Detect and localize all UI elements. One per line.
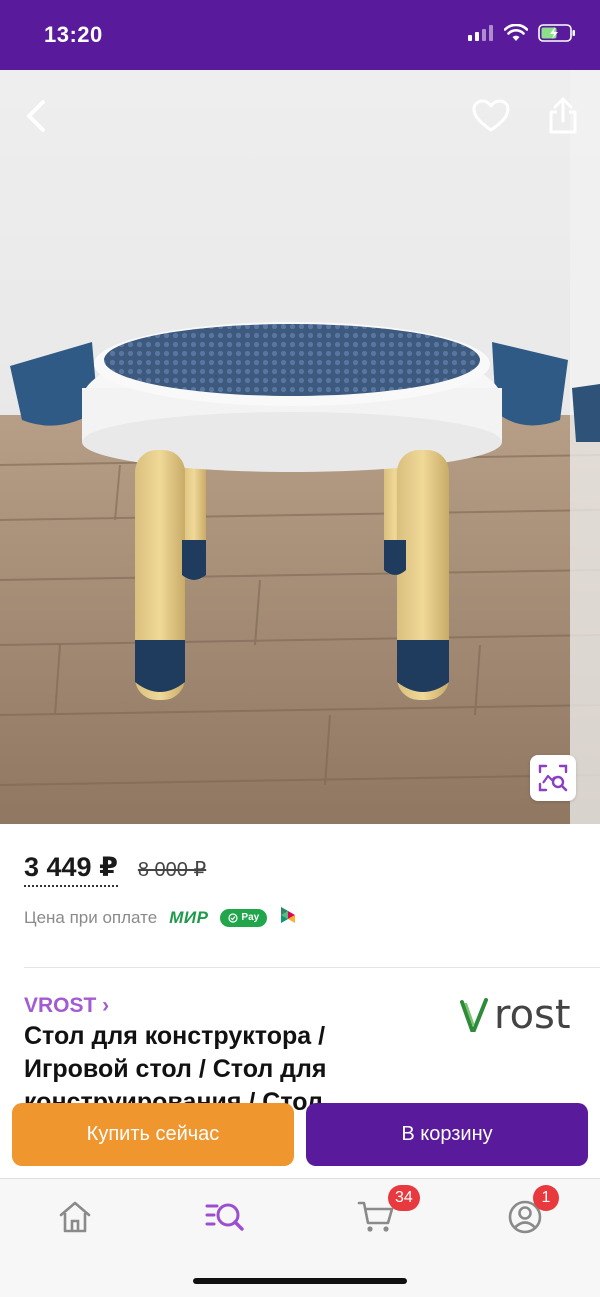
catalog-search-icon (205, 1203, 244, 1231)
buy-now-button[interactable]: Купить сейчас (12, 1103, 294, 1166)
product-photo (0, 70, 600, 824)
purchase-actions: Купить сейчас В корзину (0, 1100, 600, 1168)
image-search-icon (538, 764, 568, 792)
old-price: 8 000 ₽ (137, 859, 207, 881)
current-price[interactable]: 3 449 ₽ (24, 852, 118, 887)
share-button[interactable] (541, 94, 585, 138)
home-icon (59, 1201, 91, 1233)
visual-search-button[interactable] (530, 755, 576, 801)
brand-logo-text: rost (494, 992, 571, 1038)
battery-icon (538, 24, 576, 47)
status-time: 13:20 (44, 22, 103, 47)
product-image-gallery[interactable] (0, 70, 600, 824)
payment-methods-row: Цена при оплате МИР Pay (24, 905, 584, 930)
brand-link[interactable]: VROST › (24, 994, 109, 1018)
tab-home[interactable] (45, 1193, 105, 1241)
product-screen: 13:20 3 449 ₽ 8 000 ₽ Цена при оплате МИ… (0, 0, 600, 1297)
payment-label: Цена при оплате (24, 907, 158, 927)
price-row: 3 449 ₽ 8 000 ₽ (24, 852, 584, 887)
cart-count-badge: 34 (388, 1185, 420, 1211)
tab-catalog[interactable] (195, 1193, 255, 1241)
sbp-icon (279, 905, 297, 930)
home-indicator (193, 1278, 407, 1284)
favorite-button[interactable] (469, 94, 513, 138)
status-bar: 13:20 (0, 0, 600, 70)
brand-logo-v-icon (460, 998, 488, 1032)
heart-icon (472, 99, 510, 132)
spay-badge: Pay (220, 908, 268, 927)
back-button[interactable] (14, 94, 58, 138)
tab-profile[interactable]: 1 (495, 1185, 559, 1241)
mir-logo: МИР (169, 907, 209, 927)
spay-label: Pay (241, 912, 260, 923)
profile-notification-badge: 1 (533, 1185, 559, 1211)
signal-icon (468, 25, 494, 46)
price-block: 3 449 ₽ 8 000 ₽ Цена при оплате МИР Pay (24, 852, 584, 930)
chevron-left-icon (27, 100, 45, 132)
status-icons (468, 23, 576, 47)
brand-logo[interactable]: rost (460, 990, 580, 1040)
spay-check-icon (228, 912, 239, 923)
section-divider (24, 967, 600, 968)
share-icon (549, 97, 577, 134)
tab-cart[interactable]: 34 (346, 1185, 420, 1241)
add-to-cart-button[interactable]: В корзину (306, 1103, 588, 1166)
wifi-icon (503, 23, 529, 47)
bottom-tab-bar: 34 1 (0, 1178, 600, 1297)
